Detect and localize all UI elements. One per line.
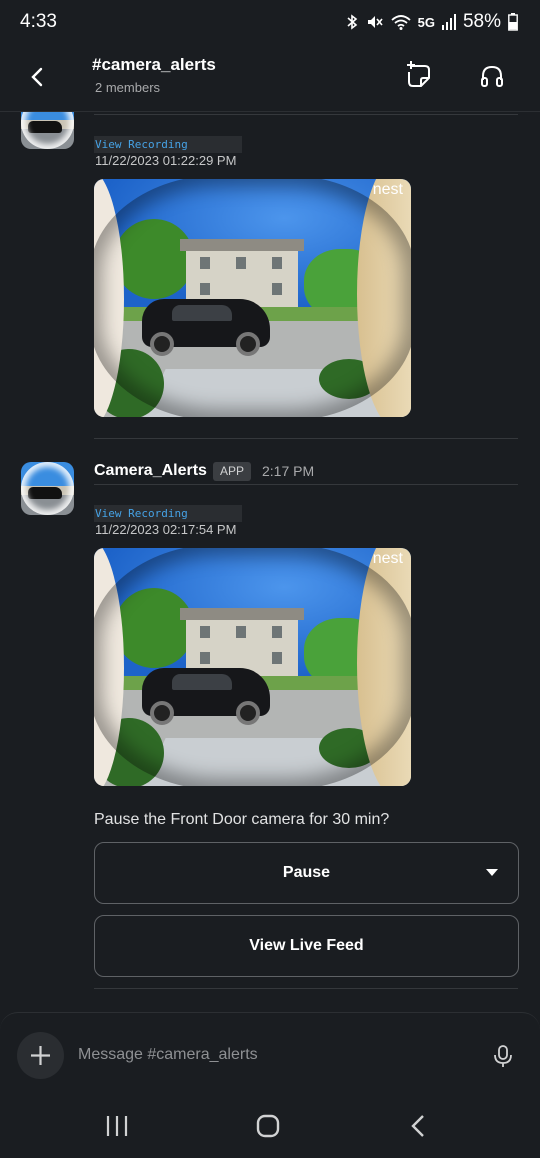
app-badge: APP [213, 462, 251, 481]
divider [94, 114, 518, 115]
status-time: 4:33 [20, 11, 57, 32]
battery-percent: 58% [462, 11, 501, 32]
new-message-icon[interactable] [403, 60, 435, 92]
member-count[interactable]: 2 members [95, 80, 160, 95]
camera-snapshot[interactable]: nest [94, 548, 411, 786]
view-recording-link[interactable]: View Recording [94, 505, 242, 522]
live-feed-label: View Live Feed [249, 937, 364, 954]
channel-name[interactable]: #camera_alerts [92, 55, 216, 75]
pause-select-button[interactable]: Pause [94, 842, 519, 904]
plus-button[interactable] [17, 1032, 64, 1079]
recording-timestamp: 11/22/2023 02:17:54 PM [95, 522, 237, 537]
divider [94, 438, 518, 439]
view-live-feed-button[interactable]: View Live Feed [94, 915, 519, 977]
nav-back-icon[interactable] [401, 1108, 437, 1144]
signal-icon [441, 14, 456, 30]
message-input[interactable]: Message #camera_alerts [78, 1046, 258, 1064]
recording-timestamp: 11/22/2023 01:22:29 PM [95, 153, 237, 168]
network-type: 5G [417, 14, 435, 30]
chevron-down-icon [486, 869, 498, 876]
channel-header: #camera_alerts 2 members [0, 44, 540, 112]
author-name[interactable]: Camera_Alerts [94, 462, 207, 480]
battery-icon [508, 13, 518, 31]
microphone-icon[interactable] [490, 1043, 516, 1069]
back-icon[interactable] [22, 62, 52, 92]
nest-watermark: nest [372, 550, 403, 567]
divider [94, 484, 518, 485]
pause-label: Pause [282, 864, 331, 881]
divider [94, 988, 518, 989]
recents-icon[interactable] [99, 1108, 135, 1144]
home-icon[interactable] [250, 1108, 286, 1144]
status-icons: 5G 58% [345, 11, 518, 33]
mute-icon [367, 16, 383, 28]
message-feed[interactable]: View Recording 11/22/2023 01:22:29 PM ne… [0, 112, 540, 1012]
wifi-icon [391, 15, 411, 30]
avatar[interactable] [21, 112, 74, 149]
nest-watermark: nest [372, 181, 403, 198]
avatar[interactable] [21, 462, 74, 515]
status-bar: 4:33 5G 58% [0, 0, 540, 44]
headphones-icon[interactable] [476, 60, 508, 92]
plus-icon [31, 1046, 50, 1065]
pause-question: Pause the Front Door camera for 30 min? [94, 811, 390, 828]
system-nav-bar [0, 1092, 540, 1158]
bluetooth-icon [347, 14, 357, 30]
message-time: 2:17 PM [262, 463, 315, 479]
camera-snapshot[interactable]: nest [94, 179, 411, 417]
view-recording-link[interactable]: View Recording [94, 136, 242, 153]
